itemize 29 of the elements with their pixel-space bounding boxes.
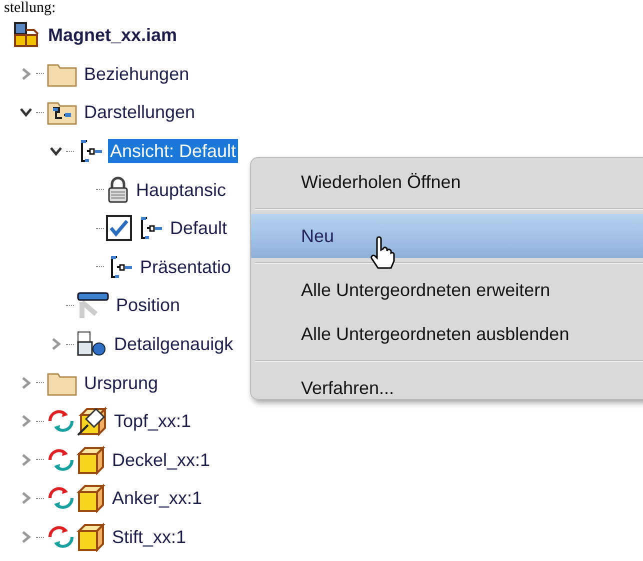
tree-item-label[interactable]: Beziehungen <box>82 62 192 86</box>
tree-item-label[interactable]: Anker_xx:1 <box>110 486 204 510</box>
menu-item[interactable]: Neu <box>251 214 643 258</box>
tree-item-label[interactable]: Stift_xx:1 <box>110 525 188 550</box>
tree-item-label[interactable]: Detailgenauigk <box>112 332 236 356</box>
tree-item-label[interactable]: Darstellungen <box>82 100 198 124</box>
tree-item-label[interactable]: Default <box>168 216 230 240</box>
position-icon <box>76 290 110 320</box>
tree-item-label[interactable]: Ursprung <box>82 370 160 395</box>
checkbox[interactable] <box>106 215 132 242</box>
menu-item[interactable]: Alle Untergeordneten ausblenden <box>251 312 643 356</box>
tree-item-label[interactable]: Position <box>114 293 182 318</box>
hand-cursor-icon <box>369 236 395 270</box>
menu-item[interactable]: Verfahren... <box>251 366 643 410</box>
tree-item-label[interactable]: Topf_xx:1 <box>112 409 194 434</box>
caption-text: stellung: <box>3 0 57 16</box>
pinned-cube-icon <box>76 405 108 438</box>
tree-item-label[interactable]: Präsentatio <box>138 254 234 279</box>
shapes-icon <box>76 330 108 358</box>
tree-item-label[interactable]: Magnet_xx.iam <box>46 23 180 48</box>
menu-item[interactable]: Wiederholen Öffnen <box>251 160 643 204</box>
cube-icon <box>76 444 106 475</box>
menu-item[interactable]: Alle Untergeordneten erweitern <box>251 268 643 312</box>
cube-icon <box>76 522 106 552</box>
tree-item-label[interactable]: Ansicht: Default <box>108 139 238 164</box>
cube-icon <box>76 483 106 514</box>
tree-item-label[interactable]: Deckel_xx:1 <box>110 448 212 472</box>
lock-icon <box>106 176 130 204</box>
tree-item-label[interactable]: Hauptansic <box>134 178 228 202</box>
